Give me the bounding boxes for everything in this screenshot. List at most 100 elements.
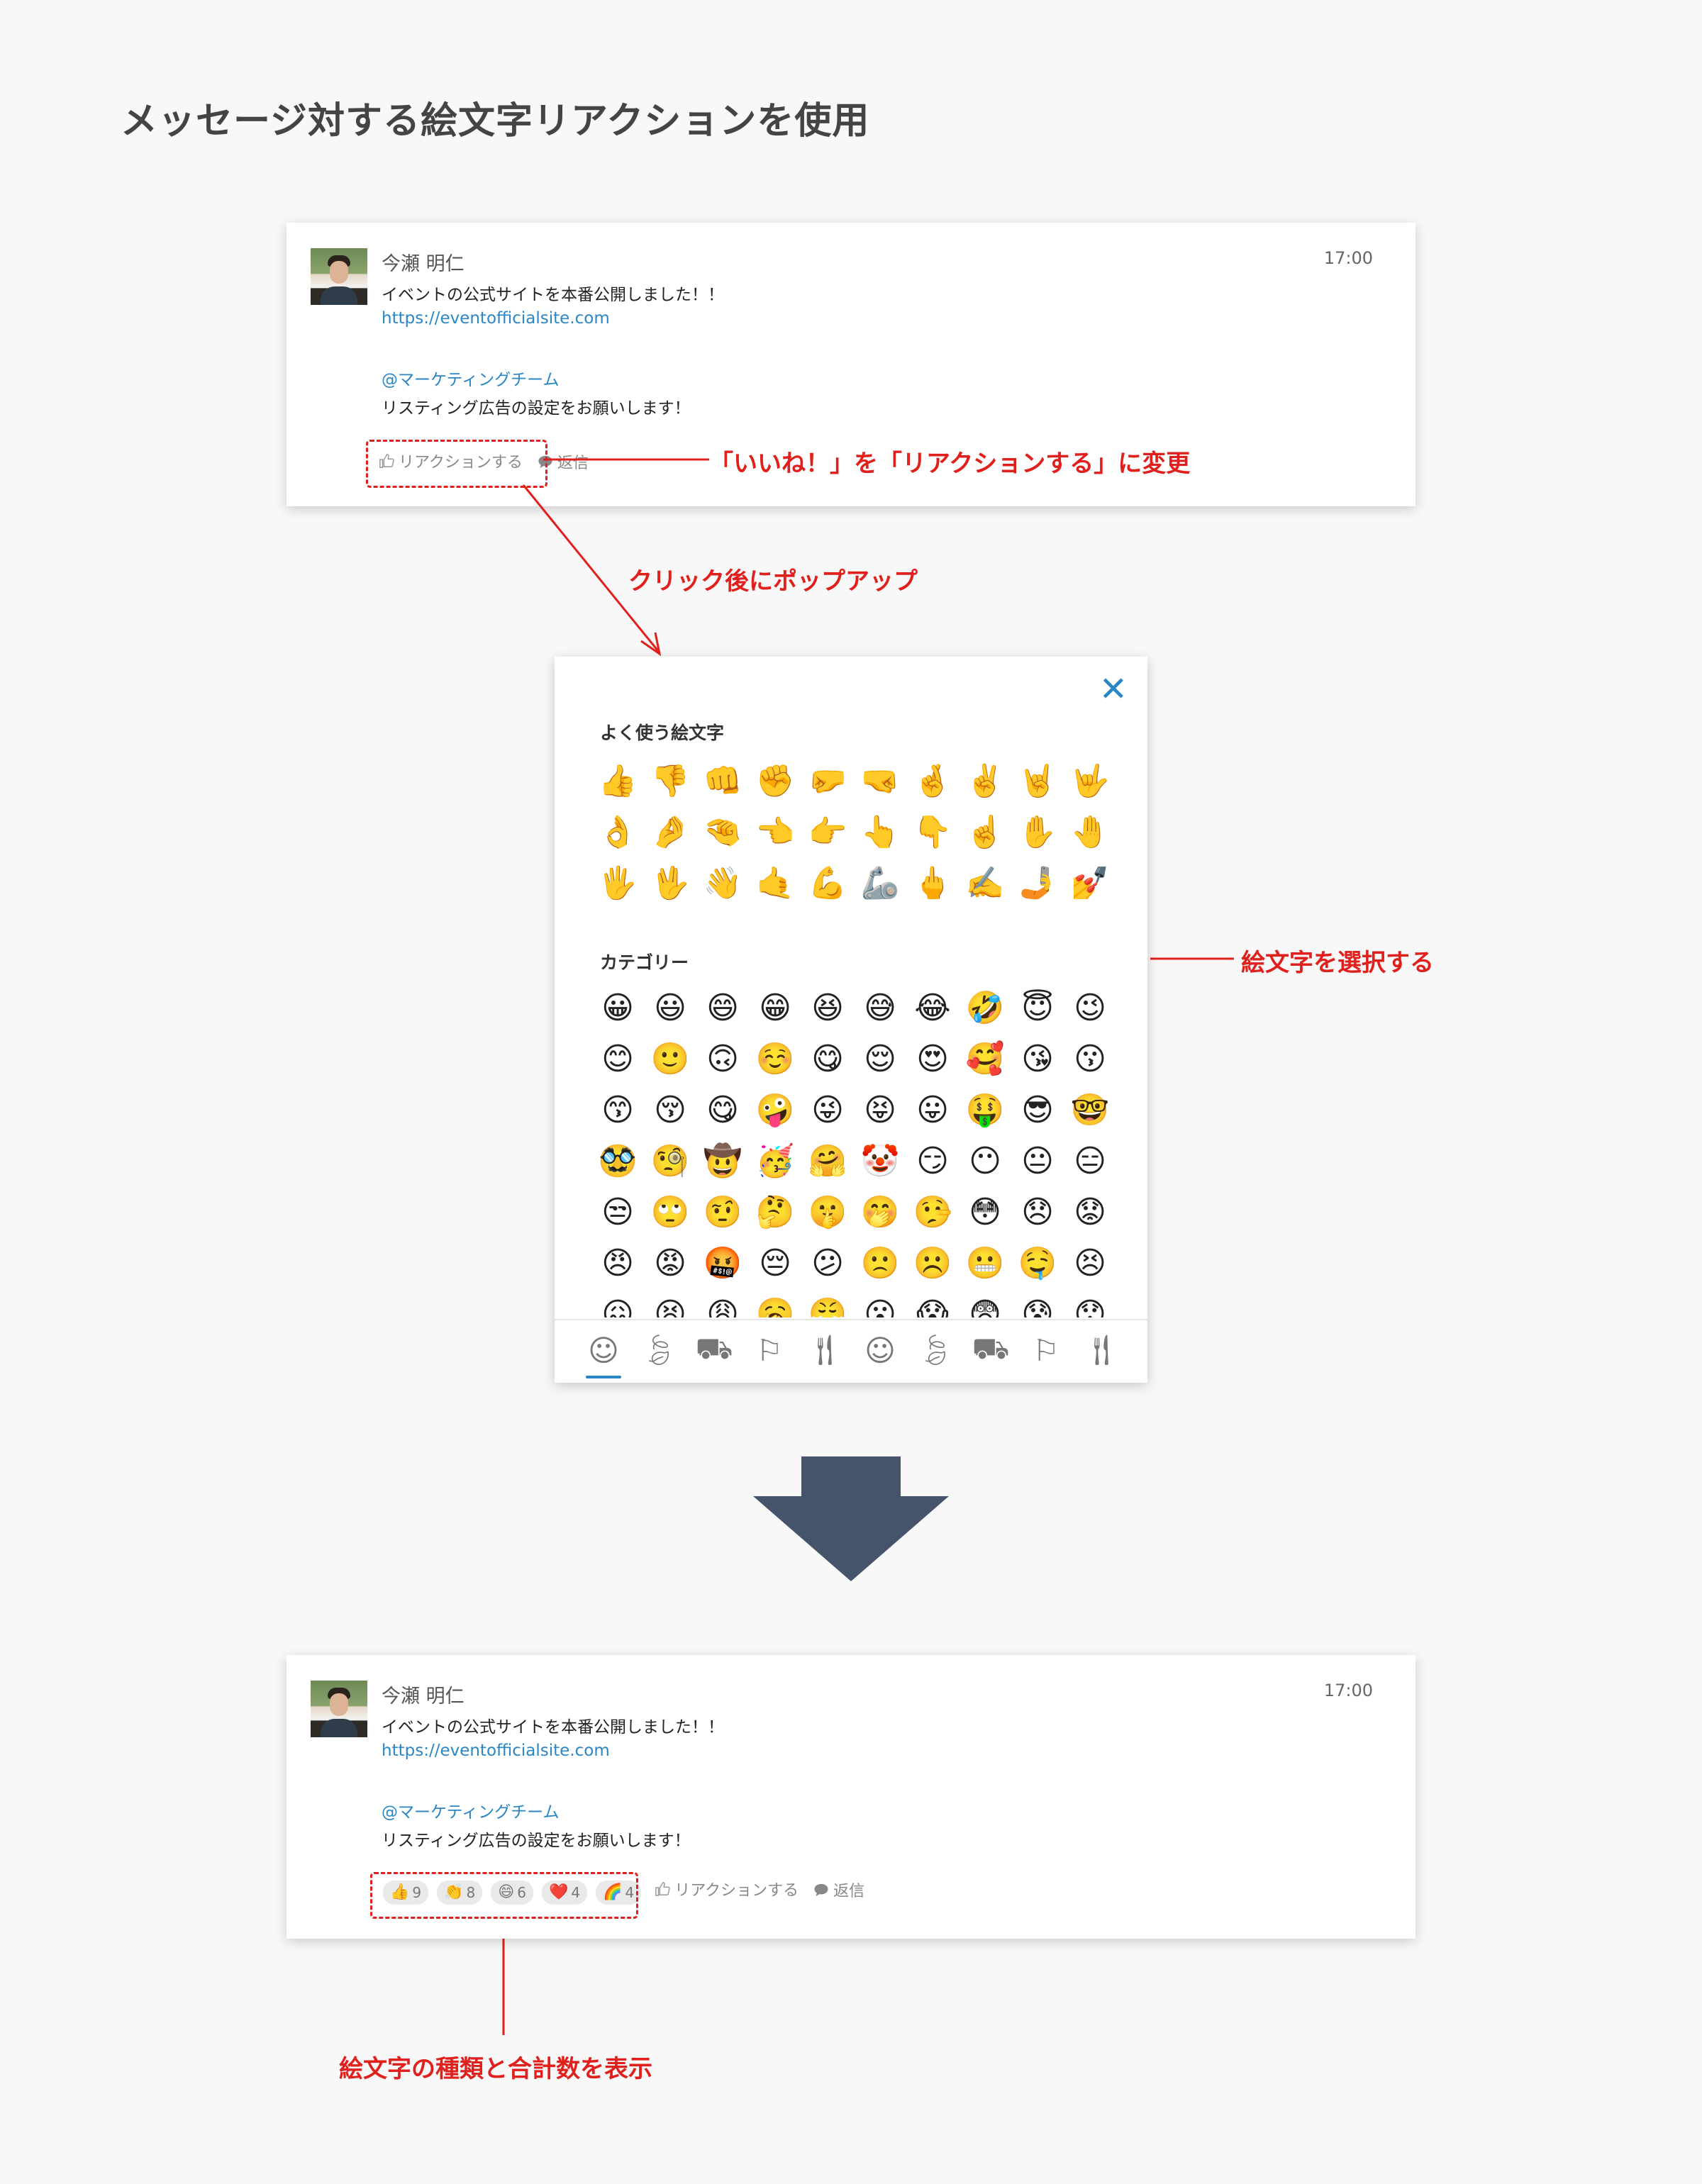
- emoji-option[interactable]: 😑: [1064, 1136, 1116, 1187]
- emoji-option[interactable]: 😗: [1064, 1034, 1116, 1085]
- emoji-option[interactable]: 👍: [591, 756, 644, 807]
- mention[interactable]: @マーケティングチーム: [382, 366, 559, 390]
- emoji-option[interactable]: 🦾: [854, 858, 906, 909]
- emoji-option[interactable]: 🙂: [644, 1034, 696, 1085]
- emoji-option[interactable]: 🤤: [1011, 1238, 1064, 1289]
- emoji-option[interactable]: 🤚: [1064, 807, 1116, 858]
- emoji-option[interactable]: 🤳: [1011, 858, 1064, 909]
- emoji-option[interactable]: 😂: [906, 983, 959, 1034]
- flag-tab-icon[interactable]: ⚐: [1018, 1320, 1074, 1380]
- emoji-option[interactable]: 🥰: [959, 1034, 1011, 1085]
- emoji-option[interactable]: 🤣: [959, 983, 1011, 1034]
- emoji-option[interactable]: 😊: [591, 1034, 644, 1085]
- leaf-tab-icon[interactable]: 🍃︎: [908, 1320, 963, 1380]
- emoji-option[interactable]: ✋: [1011, 807, 1064, 858]
- emoji-option[interactable]: 😕: [801, 1238, 854, 1289]
- smiley-tab-icon[interactable]: ☺: [852, 1320, 908, 1380]
- emoji-option[interactable]: 😨: [959, 1289, 1011, 1317]
- emoji-option[interactable]: 🤪: [749, 1085, 801, 1136]
- car-tab-icon[interactable]: ⛟: [963, 1320, 1018, 1380]
- emoji-option[interactable]: 👆: [854, 807, 906, 858]
- emoji-option[interactable]: ☹️: [906, 1238, 959, 1289]
- emoji-option[interactable]: 👋: [696, 858, 749, 909]
- emoji-option[interactable]: 😳: [959, 1187, 1011, 1238]
- emoji-option[interactable]: 💪: [801, 858, 854, 909]
- emoji-option[interactable]: 😟: [1064, 1187, 1116, 1238]
- emoji-option[interactable]: 🥱: [749, 1289, 801, 1317]
- emoji-option[interactable]: 👉: [801, 807, 854, 858]
- emoji-option[interactable]: 🤡: [854, 1136, 906, 1187]
- emoji-option[interactable]: 😚: [644, 1085, 696, 1136]
- emoji-option[interactable]: 😒: [591, 1187, 644, 1238]
- close-icon[interactable]: ✕: [1099, 672, 1128, 706]
- emoji-option[interactable]: 🤟: [1064, 756, 1116, 807]
- emoji-option[interactable]: 🤏: [696, 807, 749, 858]
- emoji-option[interactable]: 😬: [959, 1238, 1011, 1289]
- emoji-option[interactable]: 👎: [644, 756, 696, 807]
- emoji-option[interactable]: 🤬: [696, 1238, 749, 1289]
- emoji-option[interactable]: 😫: [644, 1289, 696, 1317]
- emoji-option[interactable]: 😋: [696, 1085, 749, 1136]
- reply-button[interactable]: 返信: [813, 1878, 864, 1901]
- emoji-option[interactable]: 😇: [1011, 983, 1064, 1034]
- emoji-option[interactable]: 😙: [591, 1085, 644, 1136]
- emoji-option[interactable]: 💅: [1064, 858, 1116, 909]
- emoji-option[interactable]: 🧐: [644, 1136, 696, 1187]
- sender-name[interactable]: 今瀬 明仁: [382, 248, 465, 276]
- emoji-option[interactable]: 😯: [1064, 1289, 1116, 1317]
- emoji-option[interactable]: 👌: [591, 807, 644, 858]
- emoji-option[interactable]: 😞: [1011, 1187, 1064, 1238]
- emoji-option[interactable]: 🤙: [749, 858, 801, 909]
- leaf-tab-icon[interactable]: 🍃︎: [631, 1320, 686, 1380]
- emoji-option[interactable]: 🤔: [749, 1187, 801, 1238]
- emoji-option[interactable]: 🤓: [1064, 1085, 1116, 1136]
- emoji-option[interactable]: 😄: [696, 983, 749, 1034]
- emoji-option[interactable]: 🥳: [749, 1136, 801, 1187]
- emoji-option[interactable]: 😖: [591, 1289, 644, 1317]
- emoji-option[interactable]: 😡: [644, 1238, 696, 1289]
- emoji-option[interactable]: 😉: [1064, 983, 1116, 1034]
- emoji-option[interactable]: 😁: [749, 983, 801, 1034]
- emoji-option[interactable]: 😎: [1011, 1085, 1064, 1136]
- car-tab-icon[interactable]: ⛟: [686, 1320, 742, 1380]
- avatar[interactable]: [311, 248, 367, 305]
- smiley-tab-icon[interactable]: ☺: [576, 1320, 631, 1380]
- emoji-option[interactable]: 😋: [801, 1034, 854, 1085]
- message-link[interactable]: https://eventofficialsite.com: [382, 1742, 610, 1760]
- react-button[interactable]: リアクションする: [655, 1878, 799, 1900]
- emoji-option[interactable]: 😃: [644, 983, 696, 1034]
- emoji-option[interactable]: 🤞: [906, 756, 959, 807]
- emoji-option[interactable]: 😆: [801, 983, 854, 1034]
- emoji-option[interactable]: 😮: [854, 1289, 906, 1317]
- emoji-option[interactable]: 🙄: [644, 1187, 696, 1238]
- emoji-option[interactable]: 🤠: [696, 1136, 749, 1187]
- message-link[interactable]: https://eventofficialsite.com: [382, 309, 610, 328]
- emoji-option[interactable]: 😣: [1064, 1238, 1116, 1289]
- emoji-option[interactable]: 🙃: [696, 1034, 749, 1085]
- emoji-option[interactable]: 🤘: [1011, 756, 1064, 807]
- emoji-option[interactable]: 😜: [801, 1085, 854, 1136]
- food-tab-icon[interactable]: 🍴︎: [1074, 1320, 1129, 1380]
- emoji-option[interactable]: 😔: [749, 1238, 801, 1289]
- emoji-option[interactable]: 🖕: [906, 858, 959, 909]
- emoji-option[interactable]: ✊: [749, 756, 801, 807]
- emoji-option[interactable]: ✍️: [959, 858, 1011, 909]
- emoji-option[interactable]: 🖖: [644, 858, 696, 909]
- emoji-option[interactable]: ✌️: [959, 756, 1011, 807]
- flag-tab-icon[interactable]: ⚐: [742, 1320, 797, 1380]
- mention[interactable]: @マーケティングチーム: [382, 1798, 559, 1822]
- emoji-option[interactable]: 😱: [906, 1289, 959, 1317]
- emoji-option[interactable]: 😛: [906, 1085, 959, 1136]
- emoji-option[interactable]: 😩: [696, 1289, 749, 1317]
- emoji-option[interactable]: 👊: [696, 756, 749, 807]
- emoji-option[interactable]: 🙁: [854, 1238, 906, 1289]
- emoji-option[interactable]: 🤜: [854, 756, 906, 807]
- emoji-option[interactable]: 😍: [906, 1034, 959, 1085]
- emoji-option[interactable]: 👈: [749, 807, 801, 858]
- emoji-option[interactable]: 🤥: [906, 1187, 959, 1238]
- sender-name[interactable]: 今瀬 明仁: [382, 1681, 465, 1708]
- emoji-option[interactable]: 😘: [1011, 1034, 1064, 1085]
- emoji-option[interactable]: 😀: [591, 983, 644, 1034]
- emoji-option[interactable]: 🤭: [854, 1187, 906, 1238]
- emoji-option[interactable]: 😝: [854, 1085, 906, 1136]
